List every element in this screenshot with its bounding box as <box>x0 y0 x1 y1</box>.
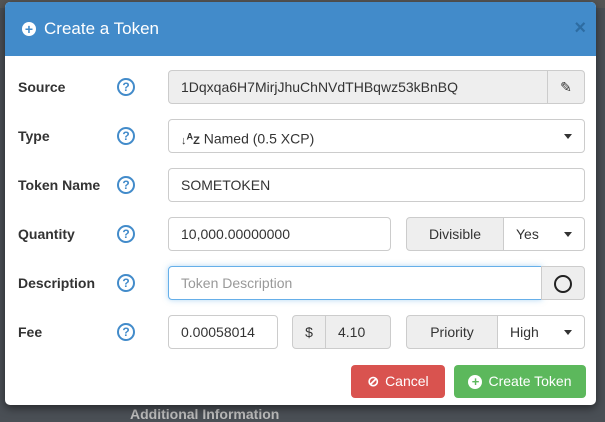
create-token-modal: + Create a Token × Source ? 1Dqxqa6H7Mir… <box>5 2 596 405</box>
help-icon[interactable]: ? <box>117 176 135 194</box>
caret-down-icon <box>564 330 572 335</box>
priority-select[interactable]: High <box>497 315 585 349</box>
create-label: Create Token <box>488 373 572 389</box>
create-token-button[interactable]: + Create Token <box>454 365 586 398</box>
modal-header: + Create a Token × <box>5 2 596 56</box>
fee-row: Fee ? 0.00058014 $ 4.10 Priority High <box>5 315 596 349</box>
type-select[interactable]: ↓AZ Named (0.5 XCP) <box>168 119 585 153</box>
help-icon[interactable]: ? <box>117 323 135 341</box>
plus-circle-icon: + <box>468 374 483 389</box>
caret-down-icon <box>564 134 572 139</box>
cancel-label: Cancel <box>385 373 429 389</box>
help-icon[interactable]: ? <box>117 225 135 243</box>
help-icon[interactable]: ? <box>117 127 135 145</box>
divisible-select[interactable]: Yes <box>503 217 585 251</box>
close-button[interactable]: × <box>574 17 586 40</box>
fee-usd: 4.10 <box>325 315 391 349</box>
background-section-title: Additional Information <box>130 406 280 422</box>
source-label: Source <box>18 79 66 95</box>
divisible-label: Divisible <box>406 217 504 251</box>
description-label: Description <box>18 275 96 291</box>
token-name-input[interactable]: SOMETOKEN <box>168 168 585 202</box>
source-field[interactable]: 1Dqxqa6H7MirjJhuChNVdTHBqwz53kBnBQ <box>168 70 548 104</box>
priority-label: Priority <box>406 315 498 349</box>
description-row: Description ? Token Description <box>5 266 596 300</box>
quantity-input[interactable]: 10,000.00000000 <box>168 217 391 251</box>
divisible-value: Yes <box>516 226 539 242</box>
link-icon <box>554 275 572 294</box>
type-row: Type ? ↓AZ Named (0.5 XCP) <box>5 119 596 153</box>
description-input[interactable]: Token Description <box>168 266 542 300</box>
plus-circle-icon: + <box>22 22 36 36</box>
token-name-row: Token Name ? SOMETOKEN <box>5 168 596 202</box>
quantity-label: Quantity <box>18 226 75 242</box>
modal-title: Create a Token <box>44 19 159 38</box>
edit-icon: ✎ <box>560 79 572 95</box>
source-row: Source ? 1Dqxqa6H7MirjJhuChNVdTHBqwz53kB… <box>5 70 596 104</box>
cancel-button[interactable]: ⊘ Cancel <box>351 365 445 398</box>
priority-value: High <box>510 324 539 340</box>
fee-input[interactable]: 0.00058014 <box>168 315 278 349</box>
caret-down-icon <box>564 232 572 237</box>
type-label: Type <box>18 128 50 144</box>
currency-label: $ <box>292 315 326 349</box>
fee-label: Fee <box>18 324 43 340</box>
edit-source-button[interactable]: ✎ <box>547 70 585 104</box>
token-name-label: Token Name <box>18 177 101 193</box>
description-tool-button[interactable] <box>541 266 585 300</box>
actions-row: ⊘ Cancel + Create Token <box>5 365 596 399</box>
help-icon[interactable]: ? <box>117 78 135 96</box>
sort-alpha-icon: ↓AZ <box>181 131 200 147</box>
type-value: Named (0.5 XCP) <box>203 130 315 147</box>
quantity-row: Quantity ? 10,000.00000000 Divisible Yes <box>5 217 596 251</box>
ban-icon: ⊘ <box>367 373 380 389</box>
help-icon[interactable]: ? <box>117 274 135 292</box>
